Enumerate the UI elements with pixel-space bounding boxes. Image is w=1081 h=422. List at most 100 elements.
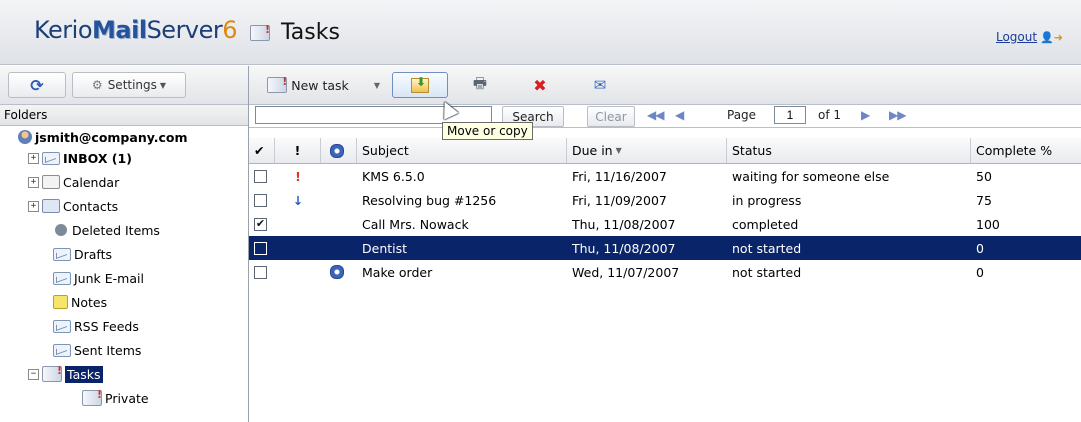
new-task-dropdown[interactable]: ▼ (365, 72, 389, 98)
sidebar-item-notes[interactable]: Notes (53, 291, 107, 313)
mail-folder-icon (53, 319, 71, 333)
tasks-icon (82, 388, 102, 406)
priority-cell (275, 236, 321, 260)
recurrence-cell (321, 164, 357, 188)
subject-cell: KMS 6.5.0 (362, 168, 425, 184)
complete-checkbox[interactable] (254, 265, 267, 279)
column-complete-percent[interactable]: Complete % (971, 138, 1081, 163)
clear-button[interactable]: Clear (587, 106, 635, 127)
previous-page-icon[interactable]: ◀ (675, 108, 684, 122)
sidebar-item-contacts[interactable]: + Contacts (28, 195, 118, 217)
due-cell: Wed, 11/07/2007 (572, 264, 680, 280)
priority-cell (275, 260, 321, 284)
table-row[interactable]: ↓ Resolving bug #1256 Fri, 11/09/2007 in… (249, 188, 1081, 212)
delete-button[interactable]: ✖ (512, 72, 568, 98)
settings-label: Settings (107, 78, 157, 92)
sidebar-item-tasks[interactable]: − Tasks (28, 363, 103, 385)
complete-percent-cell: 0 (976, 264, 984, 280)
sidebar-item-inbox[interactable]: + INBOX (1) (28, 147, 132, 169)
last-page-icon[interactable]: ▶▶ (889, 108, 906, 122)
page-count-label: of 1 (818, 108, 842, 122)
complete-checkbox[interactable]: ✔ (254, 217, 267, 231)
table-row-selected[interactable]: Dentist Thu, 11/08/2007 not started 0 (249, 236, 1081, 260)
sidebar-item-calendar[interactable]: + Calendar (28, 171, 119, 193)
new-task-label: New task (291, 77, 349, 93)
sidebar-item-label: Calendar (63, 174, 120, 190)
page-number-input[interactable] (774, 106, 806, 124)
task-toolbar: New task ▼ ⬇ 🖶 ✖ ✉ (249, 66, 1081, 105)
print-button[interactable]: 🖶 (452, 72, 508, 98)
complete-checkbox-cell[interactable] (249, 164, 275, 188)
sidebar-item-deleted-items[interactable]: Deleted Items (53, 219, 160, 241)
logout-link[interactable]: Logout 👤➜ (996, 30, 1063, 44)
sidebar: ⟳ ⚙ Settings ▼ Folders jsmith@company.co… (0, 66, 249, 422)
complete-checkbox[interactable] (254, 169, 267, 183)
sidebar-item-label: Tasks (65, 365, 103, 383)
complete-percent-cell: 0 (976, 240, 984, 256)
expand-icon[interactable]: + (28, 200, 39, 212)
sidebar-item-label: Deleted Items (72, 222, 160, 238)
table-row[interactable]: Make order Wed, 11/07/2007 not started 0 (249, 260, 1081, 284)
recurrence-cell (321, 212, 357, 236)
brand-kerio: Kerio (34, 16, 93, 44)
due-cell: Thu, 11/08/2007 (572, 240, 676, 256)
column-subject[interactable]: Subject (357, 138, 567, 163)
new-task-button[interactable]: New task (255, 72, 361, 98)
tasks-icon (250, 20, 273, 45)
settings-button[interactable]: ⚙ Settings ▼ (72, 72, 186, 98)
sidebar-item-label: Contacts (63, 198, 119, 214)
table-header: ✔ ! Subject Due in ▼ Status Complete % (249, 138, 1081, 164)
column-recurrence[interactable] (321, 138, 357, 163)
account-node[interactable]: jsmith@company.com (18, 126, 187, 148)
kerio-logo: KerioMailServer6 (34, 16, 238, 44)
account-label: jsmith@company.com (35, 129, 188, 145)
table-row[interactable]: ! KMS 6.5.0 Fri, 11/16/2007 waiting for … (249, 164, 1081, 188)
column-priority[interactable]: ! (275, 138, 321, 163)
table-row[interactable]: ✔ Call Mrs. Nowack Thu, 11/08/2007 compl… (249, 212, 1081, 236)
expand-icon[interactable]: + (28, 176, 39, 188)
mail-folder-icon (53, 271, 71, 285)
sidebar-item-junk-email[interactable]: Junk E-mail (53, 267, 144, 289)
logout-icon: 👤➜ (1040, 31, 1063, 44)
column-status[interactable]: Status (727, 138, 971, 163)
move-folder-icon: ⬇ (411, 75, 429, 93)
complete-percent-cell: 50 (976, 168, 992, 184)
sidebar-item-drafts[interactable]: Drafts (53, 243, 112, 265)
first-page-icon[interactable]: ◀◀ (647, 108, 664, 122)
status-cell: not started (732, 240, 802, 256)
recurrence-cell (321, 260, 357, 284)
complete-checkbox[interactable] (254, 241, 267, 255)
sidebar-item-rss-feeds[interactable]: RSS Feeds (53, 315, 139, 337)
search-bar: Search Clear ◀◀ ◀ Page of 1 ▶ ▶▶ (249, 105, 1081, 128)
chevron-down-icon: ▼ (159, 80, 167, 90)
sidebar-item-sent-items[interactable]: Sent Items (53, 339, 141, 361)
sidebar-item-label: Sent Items (74, 342, 142, 358)
status-cell: waiting for someone else (732, 168, 890, 184)
column-complete-check[interactable]: ✔ (249, 138, 275, 163)
complete-checkbox[interactable] (254, 193, 267, 207)
collapse-icon[interactable]: − (28, 368, 39, 380)
next-page-icon[interactable]: ▶ (861, 108, 870, 122)
due-cell: Fri, 11/16/2007 (572, 168, 667, 184)
move-copy-button[interactable]: ⬇ (392, 72, 448, 98)
subject-cell: Resolving bug #1256 (362, 192, 497, 208)
refresh-button[interactable]: ⟳ (8, 72, 66, 98)
refresh-icon: ⟳ (30, 75, 44, 95)
task-pane: New task ▼ ⬇ 🖶 ✖ ✉ Search Clear ◀◀ ◀ Pag… (249, 66, 1081, 422)
sort-down-icon: ▼ (615, 146, 622, 155)
recurrence-cell (321, 188, 357, 212)
complete-checkbox-cell[interactable] (249, 188, 275, 212)
subject-cell: Make order (362, 264, 433, 280)
complete-checkbox-cell[interactable] (249, 260, 275, 284)
sidebar-item-private[interactable]: Private (82, 387, 149, 409)
column-due-in[interactable]: Due in ▼ (567, 138, 727, 163)
status-cell: completed (732, 216, 799, 232)
due-cell: Thu, 11/08/2007 (572, 216, 676, 232)
complete-checkbox-cell[interactable]: ✔ (249, 212, 275, 236)
send-button[interactable]: ✉ (572, 72, 628, 98)
expand-icon[interactable]: + (28, 152, 39, 164)
complete-checkbox-cell[interactable] (249, 236, 275, 260)
task-table: ✔ ! Subject Due in ▼ Status Complete % ! … (249, 138, 1081, 284)
move-copy-tooltip: Move or copy (442, 122, 533, 140)
tasks-icon (42, 364, 62, 382)
